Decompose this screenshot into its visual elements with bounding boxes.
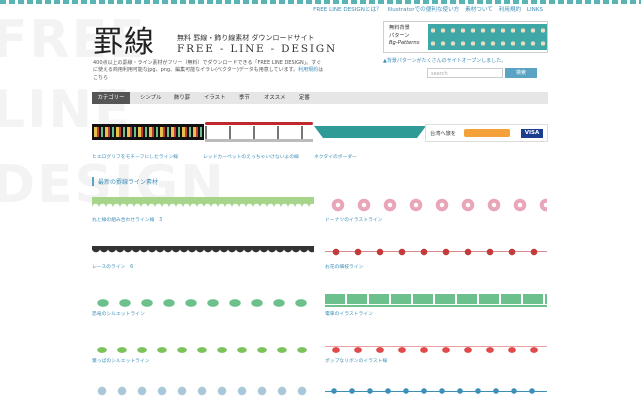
line-item[interactable]: 恐竜のシルエットライン — [92, 291, 314, 317]
featured-image — [314, 117, 426, 143]
line-preview — [325, 338, 547, 354]
top-link[interactable]: LINKS — [527, 7, 543, 13]
line-caption: 電車のイラストライン — [325, 312, 373, 317]
site-logo[interactable]: 罫線 — [93, 17, 155, 61]
line-caption: ポップなリボンのイラスト線 — [325, 359, 388, 364]
nav-item-recommend[interactable]: オススメ — [264, 92, 286, 104]
featured-item[interactable]: ネクタイのボーダー — [314, 117, 426, 160]
line-item[interactable]: ドーナツのイラストライン — [325, 197, 547, 223]
visa-logo: VISA — [521, 129, 543, 138]
top-link[interactable]: Illustratorでの便利な使い方 — [387, 7, 459, 13]
nav-item-season[interactable]: 季节 — [239, 92, 250, 104]
line-item[interactable]: お花の細枝ライン — [325, 244, 547, 270]
bg-patterns-banner[interactable]: 無料背景 パターン Bg-Patterns — [383, 21, 548, 53]
top-link[interactable]: FREE LINE DESIGNとは？ — [313, 7, 382, 13]
top-stripe — [0, 0, 641, 4]
search-button[interactable]: 検索 — [505, 68, 537, 78]
line-caption: 葉っぱのシルエットライン — [92, 359, 150, 364]
banner-notice[interactable]: ▲背景パターンがたくさんのサイトオープンしました。 — [383, 57, 506, 64]
top-link[interactable]: 利用規約 — [499, 7, 521, 13]
line-item[interactable]: レースのライン 6 — [92, 244, 314, 270]
search-input[interactable]: search — [427, 68, 503, 78]
line-item[interactable] — [92, 383, 314, 399]
line-caption: お花の細枝ライン — [325, 265, 364, 270]
line-preview — [325, 197, 547, 213]
line-preview — [92, 244, 314, 260]
featured-caption: ネクタイのボーダー — [314, 155, 357, 160]
line-preview — [92, 197, 314, 213]
top-links: FREE LINE DESIGNとは？ Illustratorでの便利な使い方 … — [309, 5, 543, 13]
nav-item-illust[interactable]: イラスト — [204, 92, 225, 104]
line-item[interactable]: 葉っぱのシルエットライン — [92, 338, 314, 364]
line-preview — [92, 383, 314, 399]
featured-image: 台湾へ旅を VISA — [425, 124, 548, 142]
line-caption: ドーナツのイラストライン — [325, 218, 383, 223]
featured-caption: レッドカーペットのえっちゃいけないよの線 — [203, 155, 299, 160]
line-preview — [92, 338, 314, 354]
line-item[interactable]: 丸と線の組み合わせライン線 3 — [92, 197, 314, 223]
line-item[interactable] — [325, 383, 547, 399]
featured-ad[interactable]: 台湾へ旅を VISA — [425, 117, 548, 142]
featured-item[interactable]: ヒエログリフをモチーフにしたライン線 — [92, 117, 204, 160]
line-preview — [92, 291, 314, 307]
line-caption: 恐竜のシルエットライン — [92, 312, 145, 317]
section-title: 最新の罫線ライン素材 — [92, 177, 158, 186]
nav-item-category[interactable]: カテゴリー — [92, 92, 130, 104]
featured-image — [92, 124, 204, 140]
nav-item-standard[interactable]: 定番 — [299, 92, 310, 104]
line-preview — [325, 291, 547, 307]
featured-image — [203, 117, 315, 143]
line-preview — [325, 244, 547, 260]
nav-item-simple[interactable]: シンプル — [140, 92, 161, 104]
pattern-preview — [428, 24, 547, 50]
line-caption: レースのライン 6 — [92, 265, 134, 270]
line-caption: 丸と線の組み合わせライン線 3 — [92, 218, 163, 223]
nav-item-kazari[interactable]: 飾り罫 — [174, 92, 190, 104]
line-preview — [325, 383, 547, 399]
line-item[interactable]: ポップなリボンのイラスト線 — [325, 338, 547, 364]
intro-text: 400点以上の罫線・ライン素材がフリー（無料）でダウンロードできる「FREE L… — [93, 60, 324, 81]
site-tagline: 無料 罫線・飾り線素材 ダウンロードサイト — [177, 34, 315, 42]
terms-link[interactable]: 利用規約 — [298, 67, 318, 73]
line-item[interactable]: 電車のイラストライン — [325, 291, 547, 317]
site-name: FREE - LINE - DESIGN — [177, 43, 337, 55]
featured-caption: ヒエログリフをモチーフにしたライン線 — [92, 155, 179, 160]
top-link[interactable]: 素材ついて — [465, 7, 493, 13]
category-nav: カテゴリー シンプル 飾り罫 イラスト 季节 オススメ 定番 — [92, 92, 548, 104]
featured-item[interactable]: レッドカーペットのえっちゃいけないよの線 — [203, 117, 315, 160]
